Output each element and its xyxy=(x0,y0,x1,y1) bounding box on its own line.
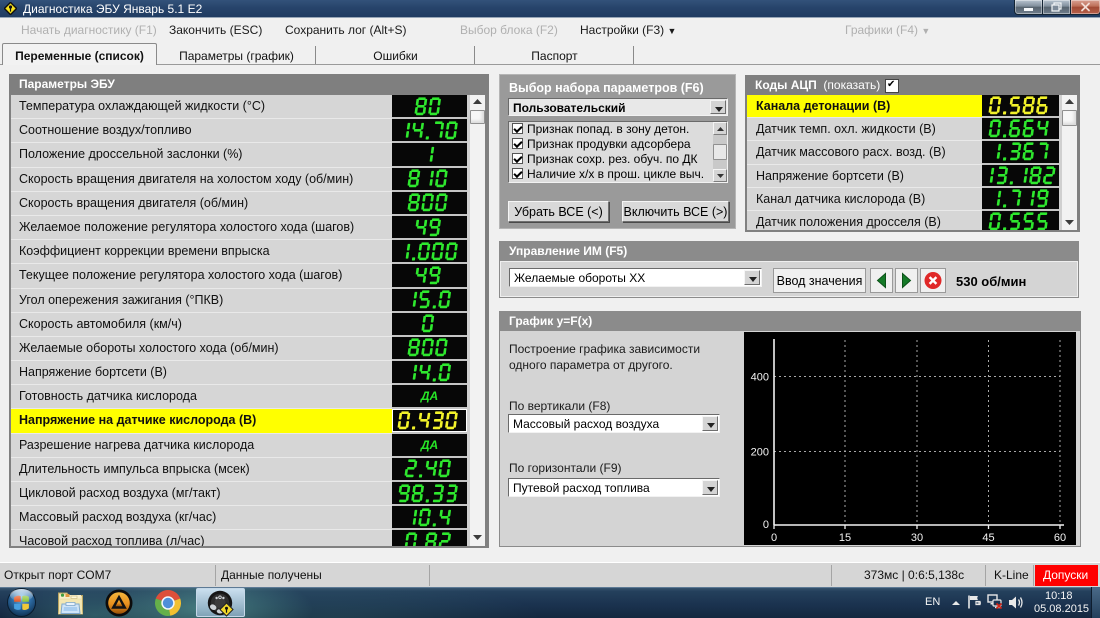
svg-text:15: 15 xyxy=(839,532,851,544)
svg-text:45: 45 xyxy=(982,532,994,544)
svg-text:0: 0 xyxy=(763,519,769,531)
svg-text:0: 0 xyxy=(771,532,777,544)
svg-text:60: 60 xyxy=(1054,532,1066,544)
svg-text:30: 30 xyxy=(911,532,923,544)
svg-text:200: 200 xyxy=(751,447,769,459)
svg-text:400: 400 xyxy=(751,372,769,384)
